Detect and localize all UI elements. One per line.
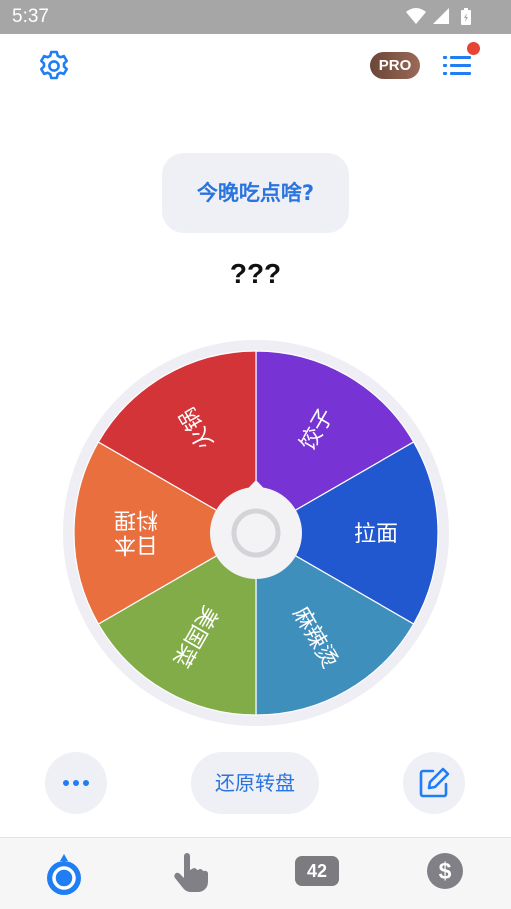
counter-badge: 42 bbox=[295, 856, 339, 886]
svg-text:拉面: 拉面 bbox=[354, 522, 398, 547]
spin-button[interactable] bbox=[210, 487, 302, 579]
edit-button[interactable] bbox=[403, 752, 465, 814]
result-text: ??? bbox=[229, 258, 282, 289]
more-button[interactable] bbox=[45, 752, 107, 814]
svg-text:$: $ bbox=[439, 858, 452, 884]
wheel-target-icon bbox=[47, 854, 81, 895]
status-time: 5:37 bbox=[12, 6, 49, 27]
hand-pointer-icon bbox=[174, 853, 208, 892]
more-dots-icon bbox=[63, 780, 89, 786]
wheel-segment-label: 拉面 bbox=[354, 522, 398, 547]
battery-icon bbox=[461, 8, 471, 25]
signal-icon bbox=[433, 8, 449, 24]
svg-text:料理: 料理 bbox=[114, 507, 158, 532]
notification-dot bbox=[467, 42, 480, 55]
tab-bar: 42 $ bbox=[0, 837, 511, 909]
tab-wheel[interactable] bbox=[0, 838, 127, 909]
status-icons bbox=[405, 7, 475, 27]
pro-badge[interactable]: PRO bbox=[370, 52, 420, 79]
reset-wheel-button[interactable]: 还原转盘 bbox=[191, 752, 319, 814]
wifi-icon bbox=[406, 8, 426, 24]
question-card[interactable]: 今晚吃点啥? bbox=[162, 153, 349, 233]
tab-money[interactable]: $ bbox=[381, 838, 508, 909]
status-bar: 5:37 bbox=[0, 0, 511, 34]
dollar-icon: $ bbox=[427, 853, 463, 889]
tab-counter[interactable]: 42 bbox=[254, 838, 381, 909]
settings-button[interactable] bbox=[36, 48, 72, 84]
gear-icon bbox=[40, 50, 68, 80]
wheel-segment-label: 日本料理 bbox=[114, 507, 158, 557]
spin-wheel[interactable]: 饺子 拉面 麻辣烫 美国菜 日本 料理 火锅 bbox=[63, 340, 449, 726]
tab-tap[interactable] bbox=[127, 838, 254, 909]
svg-text:日本: 日本 bbox=[114, 532, 158, 557]
edit-icon bbox=[419, 767, 450, 798]
